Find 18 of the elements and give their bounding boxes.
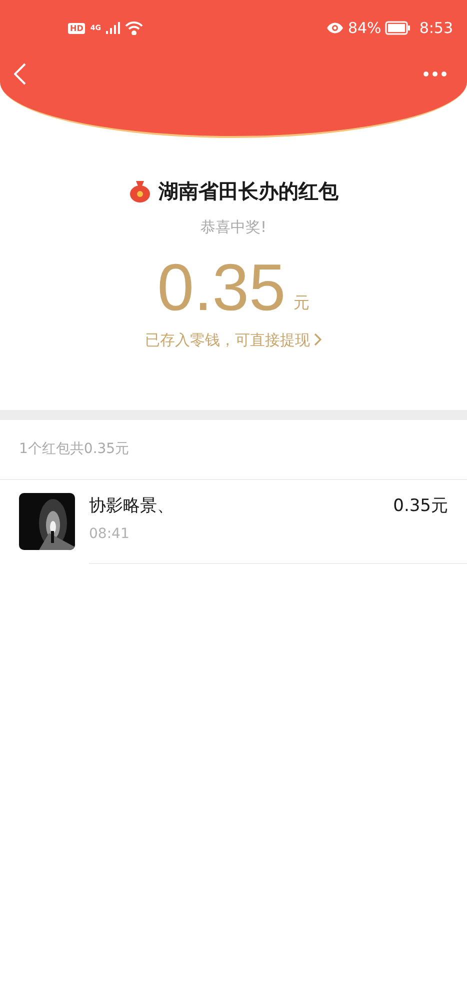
summary-text: 1个红包共0.35元 [19,440,130,459]
receive-time: 08:41 [89,524,130,544]
packet-title: 湖南省田长办的红包 [158,178,338,205]
money-bag-icon [128,179,150,203]
signal-icon [106,22,120,34]
amount-value: 0.35 [157,250,286,322]
greeting-text: 恭喜中奖! [200,217,266,238]
hd-badge: HD [68,22,86,34]
record-amount: 0.35元 [393,495,448,518]
battery-percent: 84% [348,18,382,39]
sender-name: 协影略景、 [89,495,174,518]
chevron-right-icon [314,333,322,346]
amount-unit: 元 [294,292,310,314]
battery-icon [385,21,412,35]
eye-icon [326,22,344,34]
withdraw-link[interactable]: 已存入零钱，可直接提现 [145,328,322,351]
wifi-icon [124,21,143,35]
clock-time: 8:53 [419,18,453,39]
